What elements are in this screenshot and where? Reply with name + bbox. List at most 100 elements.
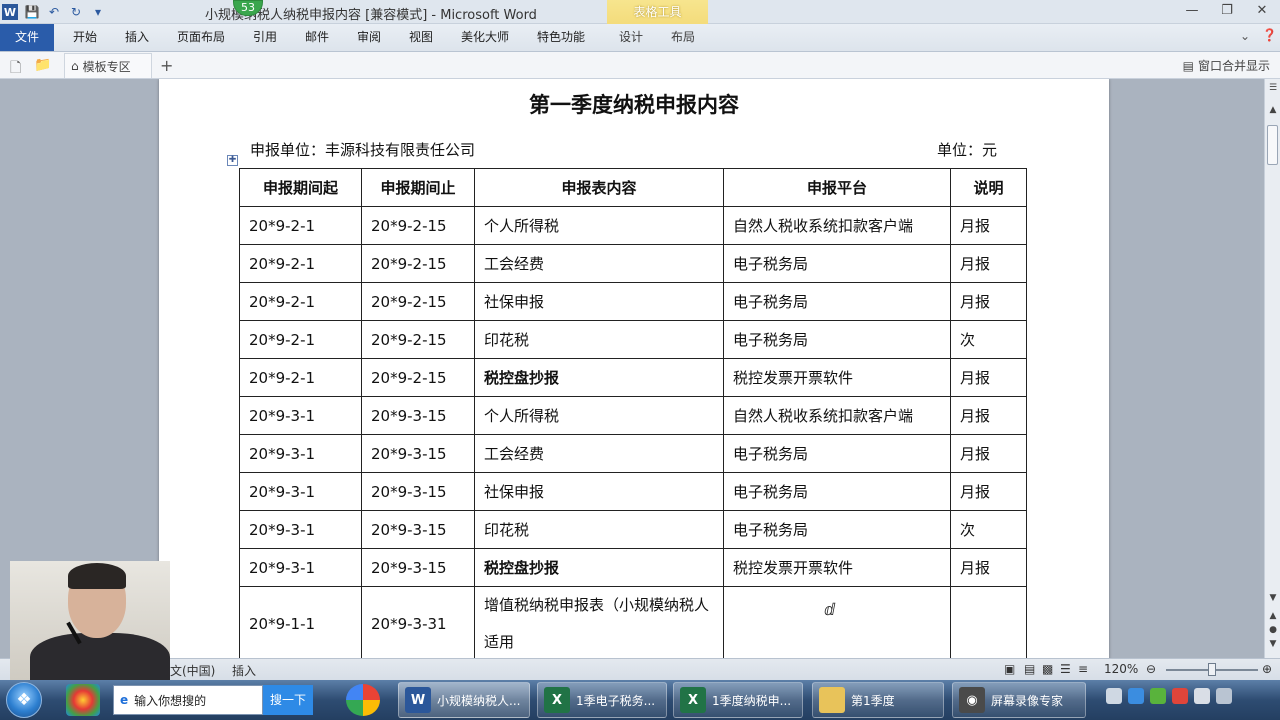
web-search-box[interactable]: e 输入你想搜的 — [113, 685, 263, 715]
cell-form-content[interactable]: 社保申报 — [474, 472, 724, 511]
task-excel-1[interactable]: X 1季电子税务... — [537, 682, 667, 718]
cell-period-start[interactable]: 20*9-3-1 — [239, 396, 362, 435]
browser-icon[interactable] — [346, 684, 380, 716]
header-period-end[interactable]: 申报期间止 — [361, 168, 475, 207]
cell-form-content[interactable]: 增值税纳税申报表（小规模纳税人适用 — [474, 586, 724, 658]
help-icon[interactable]: ❓ — [1262, 28, 1277, 42]
restore-button[interactable]: ❐ — [1215, 3, 1239, 21]
cell-form-content[interactable]: 个人所得税 — [474, 396, 724, 435]
cell-period-end[interactable]: 20*9-2-15 — [361, 206, 475, 245]
insert-mode-status[interactable]: 插入 — [232, 662, 256, 679]
security-icon[interactable] — [1150, 688, 1166, 704]
search-input[interactable]: 输入你想搜的 — [134, 692, 206, 709]
table-move-handle[interactable]: ✚ — [227, 155, 238, 166]
task-excel-2[interactable]: X 1季度纳税申... — [673, 682, 803, 718]
task-word-document[interactable]: W 小规模纳税人... — [398, 682, 530, 718]
cell-period-start[interactable]: 20*9-2-1 — [239, 282, 362, 321]
tab-layout[interactable]: 布局 — [662, 24, 704, 51]
tab-features[interactable]: 特色功能 — [529, 24, 593, 51]
cell-platform[interactable]: 电子税务局 — [723, 434, 951, 473]
cell-form-content[interactable]: 个人所得税 — [474, 206, 724, 245]
web-layout-icon[interactable]: ▩ — [1042, 662, 1053, 676]
cell-platform[interactable]: 电子税务局 — [723, 320, 951, 359]
start-button[interactable]: ❖ — [6, 682, 42, 718]
cell-form-content[interactable]: 工会经费 — [474, 244, 724, 283]
scroll-thumb[interactable] — [1267, 125, 1278, 165]
cell-remarks[interactable]: 月报 — [950, 548, 1027, 587]
tab-references[interactable]: 引用 — [242, 24, 288, 51]
network-icon[interactable] — [1128, 688, 1144, 704]
customize-toolbar-icon[interactable]: ▾ — [90, 4, 106, 20]
cell-platform[interactable]: 自然人税收系统扣款客户端 — [723, 396, 951, 435]
tab-file[interactable]: 文件 — [0, 24, 54, 51]
cell-period-end[interactable]: 20*9-2-15 — [361, 320, 475, 359]
cell-period-start[interactable]: 20*9-2-1 — [239, 244, 362, 283]
cell-platform[interactable]: 电子税务局 — [723, 244, 951, 283]
cell-platform[interactable]: 自然人税收系统扣款客户端 — [723, 206, 951, 245]
tab-design[interactable]: 设计 — [610, 24, 652, 51]
tab-mailings[interactable]: 邮件 — [294, 24, 340, 51]
cell-platform[interactable]: 电子税务局 — [723, 282, 951, 321]
zoom-out-icon[interactable]: ⊖ — [1146, 662, 1156, 676]
cell-period-end[interactable]: 20*9-3-31 — [361, 586, 475, 658]
cell-form-content[interactable]: 工会经费 — [474, 434, 724, 473]
cell-remarks[interactable]: 月报 — [950, 244, 1027, 283]
cell-period-end[interactable]: 20*9-3-15 — [361, 510, 475, 549]
cell-remarks[interactable] — [950, 586, 1027, 658]
open-folder-icon[interactable]: 📁 — [34, 57, 51, 73]
ruler-toggle-icon[interactable]: ☰ — [1265, 83, 1280, 93]
cell-period-end[interactable]: 20*9-2-15 — [361, 244, 475, 283]
cell-period-start[interactable]: 20*9-3-1 — [239, 434, 362, 473]
cell-period-end[interactable]: 20*9-3-15 — [361, 396, 475, 435]
cell-period-start[interactable]: 20*9-3-1 — [239, 510, 362, 549]
cell-period-end[interactable]: 20*9-2-15 — [361, 358, 475, 397]
tab-beautify[interactable]: 美化大师 — [453, 24, 517, 51]
cell-remarks[interactable]: 月报 — [950, 282, 1027, 321]
cell-remarks[interactable]: 月报 — [950, 434, 1027, 473]
keyboard-icon[interactable] — [1106, 688, 1122, 704]
merge-windows-button[interactable]: ▤ 窗口合并显示 — [1183, 57, 1270, 74]
show-desktop-icon[interactable] — [1216, 688, 1232, 704]
cell-form-content[interactable]: 税控盘抄报 — [474, 358, 724, 397]
cell-period-start[interactable]: 20*9-2-1 — [239, 206, 362, 245]
app-launcher-icon[interactable] — [66, 684, 100, 716]
add-tab-button[interactable]: + — [160, 56, 173, 75]
next-page-icon[interactable]: ▼ — [1265, 639, 1280, 649]
cell-remarks[interactable]: 次 — [950, 510, 1027, 549]
cell-period-end[interactable]: 20*9-3-15 — [361, 434, 475, 473]
cell-period-start[interactable]: 20*9-2-1 — [239, 358, 362, 397]
draft-view-icon[interactable]: ≡ — [1078, 662, 1088, 676]
cell-remarks[interactable]: 月报 — [950, 358, 1027, 397]
zoom-slider-thumb[interactable] — [1208, 663, 1216, 676]
cell-period-end[interactable]: 20*9-2-15 — [361, 282, 475, 321]
cell-form-content[interactable]: 印花税 — [474, 510, 724, 549]
tab-insert[interactable]: 插入 — [114, 24, 160, 51]
cell-remarks[interactable]: 月报 — [950, 472, 1027, 511]
cell-remarks[interactable]: 次 — [950, 320, 1027, 359]
document-area[interactable]: 第一季度纳税申报内容 申报单位：丰源科技有限责任公司 单位：元 ✚ 申报期间起 … — [0, 79, 1264, 658]
cell-remarks[interactable]: 月报 — [950, 206, 1027, 245]
outline-view-icon[interactable]: ☰ — [1060, 662, 1071, 676]
undo-icon[interactable]: ↶ — [46, 4, 62, 20]
cell-form-content[interactable]: 社保申报 — [474, 282, 724, 321]
cell-period-start[interactable]: 20*9-2-1 — [239, 320, 362, 359]
redo-icon[interactable]: ↻ — [68, 4, 84, 20]
tab-review[interactable]: 审阅 — [346, 24, 392, 51]
header-platform[interactable]: 申报平台 — [723, 168, 951, 207]
task-folder[interactable]: 第1季度 — [812, 682, 944, 718]
tab-page-layout[interactable]: 页面布局 — [170, 24, 232, 51]
cell-period-start[interactable]: 20*9-3-1 — [239, 472, 362, 511]
cell-period-end[interactable]: 20*9-3-15 — [361, 548, 475, 587]
update-icon[interactable] — [1172, 688, 1188, 704]
tab-templates[interactable]: ⌂ 模板专区 — [64, 53, 152, 78]
new-document-icon[interactable]: 🗋 — [10, 57, 21, 81]
save-icon[interactable]: 💾 — [24, 4, 40, 20]
tab-home[interactable]: 开始 — [62, 24, 108, 51]
cell-period-start[interactable]: 20*9-1-1 — [239, 586, 362, 658]
zoom-level[interactable]: 120% — [1104, 662, 1138, 676]
header-form-content[interactable]: 申报表内容 — [474, 168, 724, 207]
cell-period-end[interactable]: 20*9-3-15 — [361, 472, 475, 511]
tab-view[interactable]: 视图 — [398, 24, 444, 51]
header-remarks[interactable]: 说明 — [950, 168, 1027, 207]
cell-platform[interactable]: 电子税务局 — [723, 472, 951, 511]
